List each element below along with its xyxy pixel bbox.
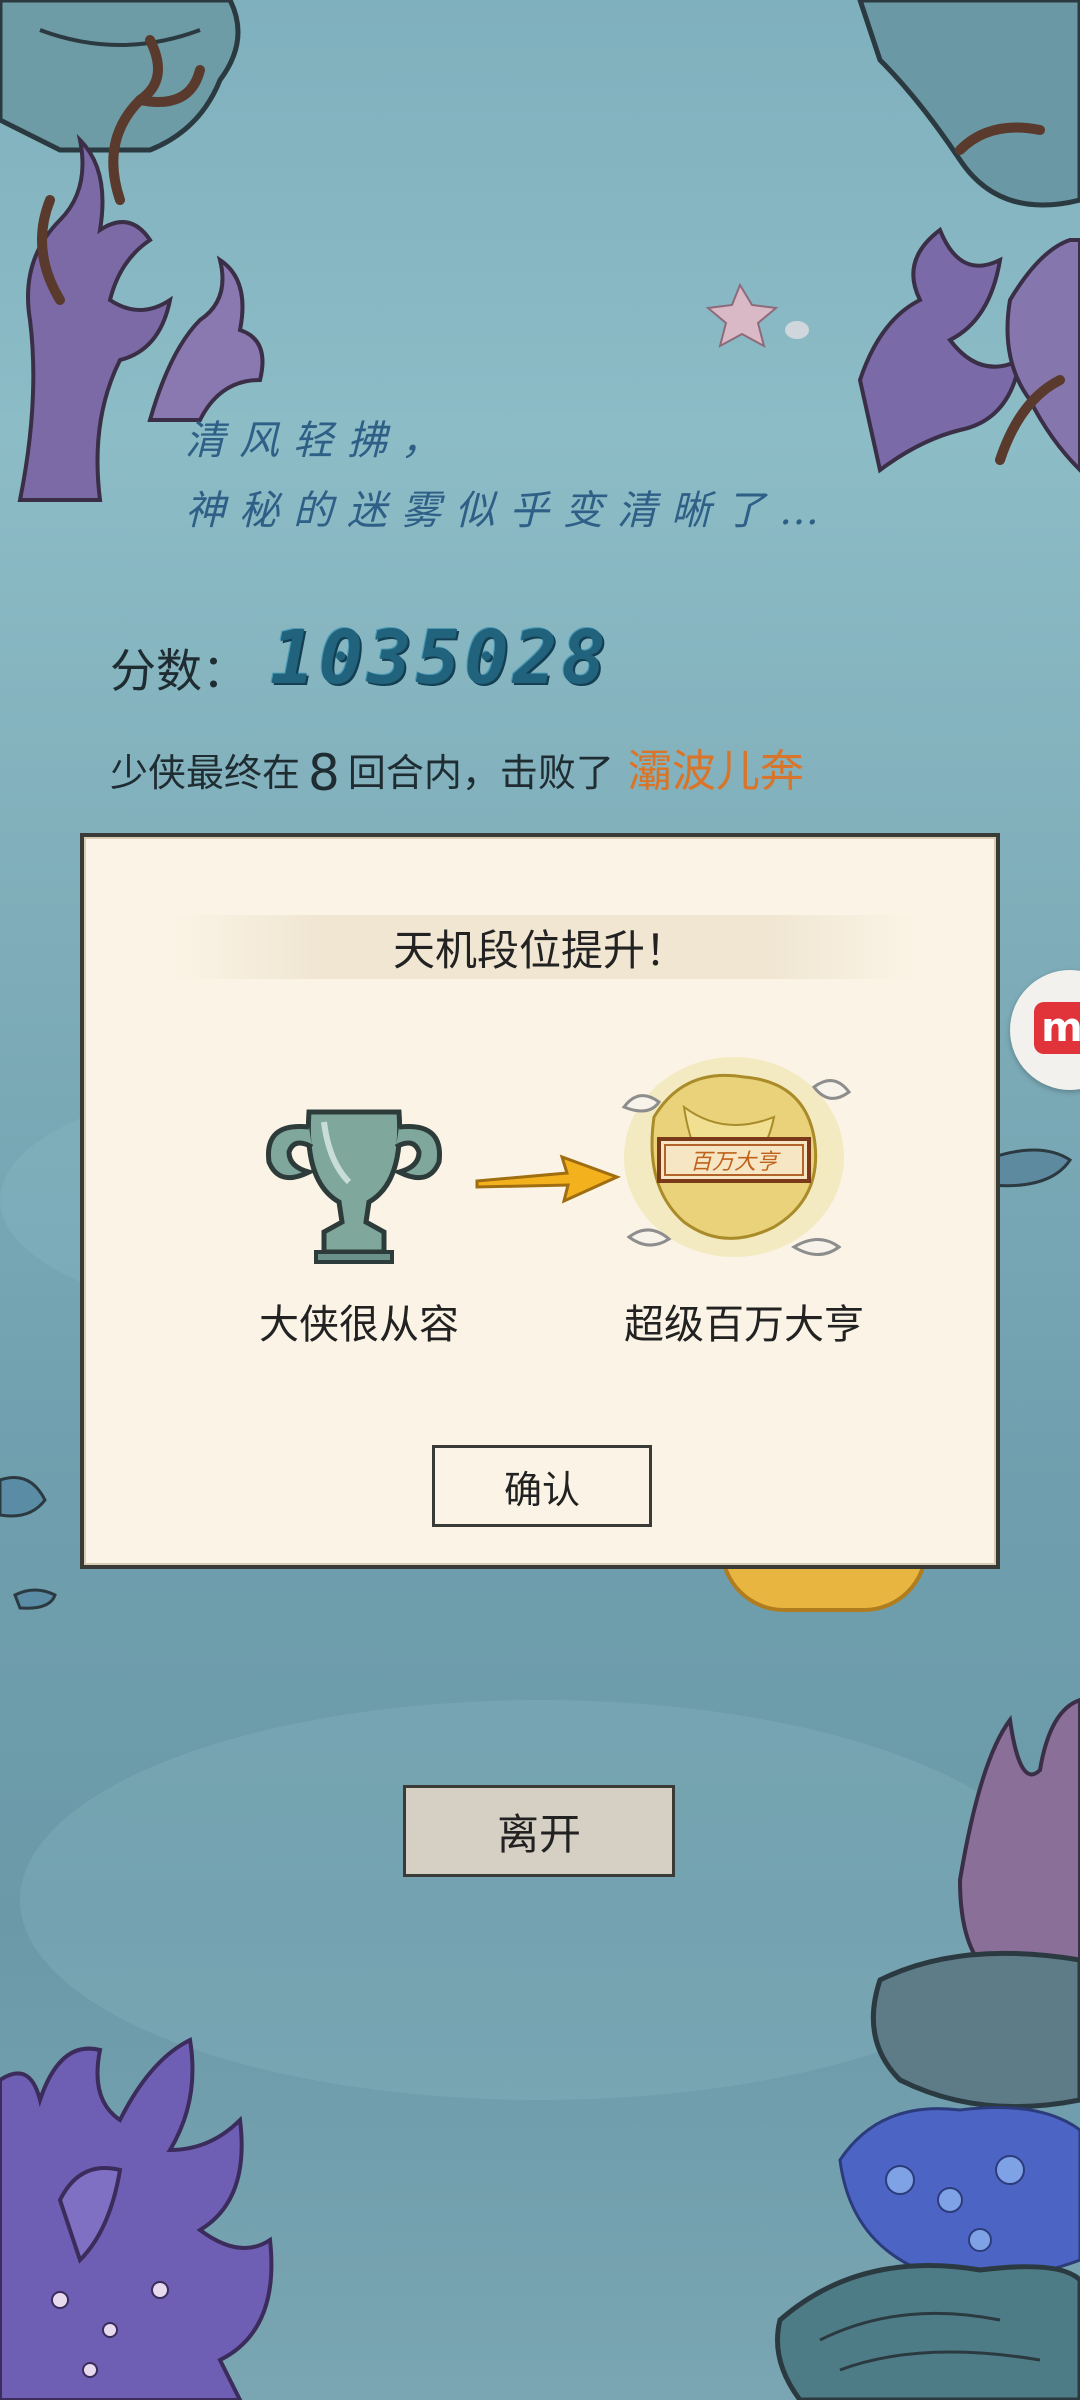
poem-line-2: 神秘的迷雾似乎变清晰了…: [185, 488, 833, 534]
old-rank-label: 大侠很从容: [259, 1302, 459, 1348]
arrow-right-icon: [475, 1154, 621, 1204]
app-logo-icon: m: [1034, 1002, 1080, 1054]
score-value: 1035028: [270, 615, 610, 701]
result-prefix: 少侠最终在: [110, 751, 301, 795]
confirm-button[interactable]: 确认: [432, 1445, 652, 1527]
score-label: 分数：: [110, 644, 248, 698]
enemy-name: 灞波儿奔: [627, 746, 804, 797]
poem-line-1: 清风轻拂，: [185, 418, 455, 464]
dialog-title: 天机段位提升！: [392, 926, 687, 975]
rank-up-dialog: 天机段位提升！ 百万大亨 大侠很从容 超级百万大亨 确认: [80, 833, 1000, 1569]
battle-result-text: 少侠最终在 8 回合内，击败了 灞波儿奔: [110, 735, 804, 802]
game-result-screen: 清风轻拂， 神秘的迷雾似乎变清晰了… 分数： 1035028 少侠最终在 8 回合内…: [0, 0, 1080, 2400]
plaque-text: 百万大亨: [690, 1150, 781, 1175]
result-middle: 回合内，击败了: [347, 751, 614, 795]
leave-button[interactable]: 离开: [403, 1785, 675, 1877]
jade-trophy-icon: [266, 1109, 442, 1264]
new-rank-label: 超级百万大亨: [624, 1302, 864, 1348]
round-count: 8: [308, 744, 340, 802]
golden-dragon-plaque-icon: 百万大亨: [621, 1057, 852, 1257]
